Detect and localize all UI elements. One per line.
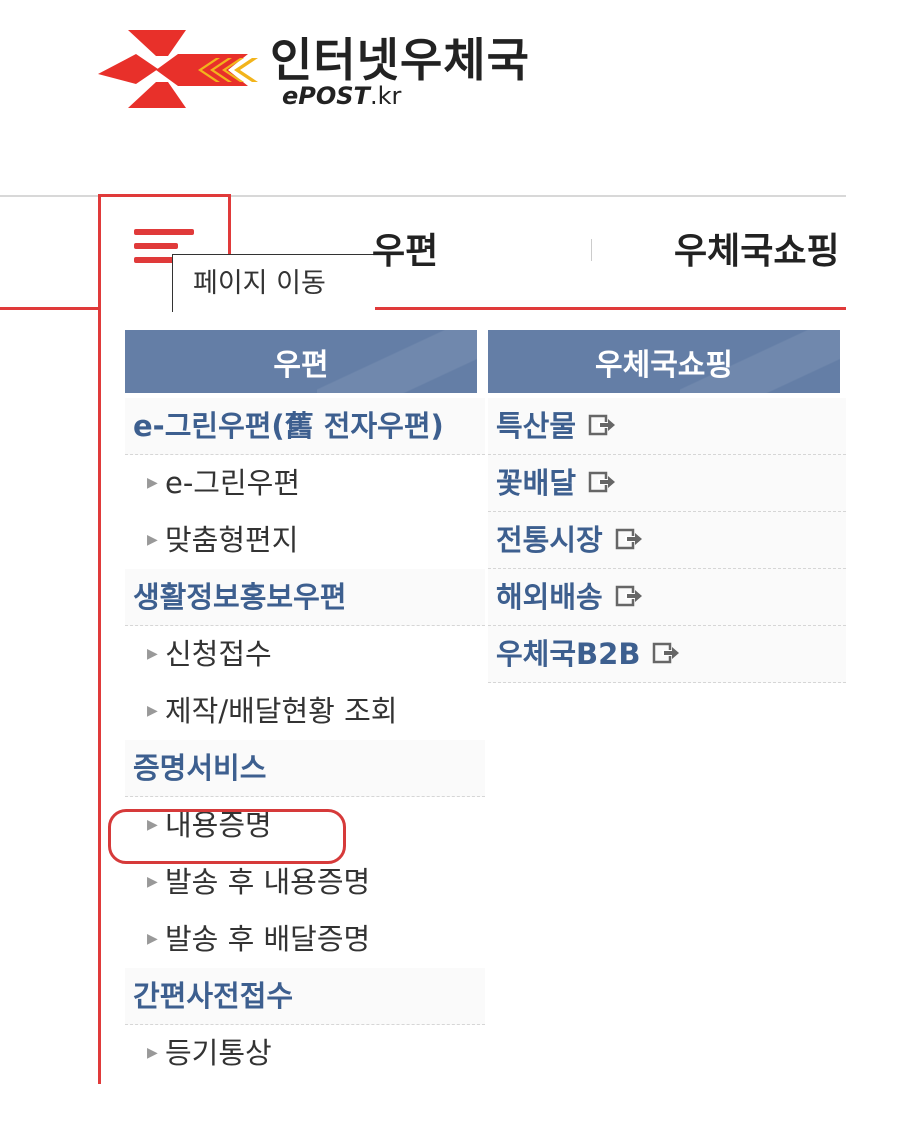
category-certification[interactable]: 증명서비스	[125, 740, 485, 797]
chevron-right-icon: ▶	[147, 931, 158, 947]
menu-item-application[interactable]: ▶ 신청접수	[125, 626, 485, 683]
chevron-right-icon: ▶	[147, 1045, 158, 1061]
shop-item-overseas-shipping[interactable]: 해외배송	[488, 569, 846, 626]
shop-item-traditional-market[interactable]: 전통시장	[488, 512, 846, 569]
menu-item-e-green-mail[interactable]: ▶ e-그린우편	[125, 455, 485, 512]
category-e-green-mail[interactable]: e-그린우편(舊 전자우편)	[125, 398, 485, 455]
menu-item-custom-letter[interactable]: ▶ 맞춤형편지	[125, 512, 485, 569]
chevron-right-icon: ▶	[147, 532, 158, 548]
external-link-icon	[615, 528, 642, 550]
logo-subtitle: ePOST.kr	[282, 82, 402, 110]
external-link-icon	[615, 585, 642, 607]
chevron-right-icon: ▶	[147, 703, 158, 719]
shop-item-specialty[interactable]: 특산물	[488, 398, 846, 455]
external-link-icon	[588, 471, 616, 493]
category-pre-registration[interactable]: 간편사전접수	[125, 968, 485, 1025]
shop-item-b2b[interactable]: 우체국B2B	[488, 626, 846, 683]
chevron-right-icon: ▶	[147, 646, 158, 662]
external-link-icon	[588, 414, 616, 436]
nav-separator	[591, 239, 592, 261]
post-menu-list: e-그린우편(舊 전자우편) ▶ e-그린우편 ▶ 맞춤형편지 생활정보홍보우편 ▶…	[125, 398, 485, 1082]
menu-tooltip: 페이지 이동	[172, 254, 374, 312]
chevron-right-icon: ▶	[147, 475, 158, 491]
shop-column-header: 우체국쇼핑	[488, 330, 840, 393]
shop-menu-list: 특산물 꽃배달 전통시장 해외배송 우체국B2B	[488, 398, 846, 683]
category-life-info-mail[interactable]: 생활정보홍보우편	[125, 569, 485, 626]
highlight-circle	[108, 809, 346, 864]
shop-item-flower-delivery[interactable]: 꽃배달	[488, 455, 846, 512]
logo-title: 인터넷우체국	[270, 33, 530, 87]
menu-panel-border	[98, 306, 101, 1084]
menu-item-registered-mail[interactable]: ▶ 등기통상	[125, 1025, 485, 1082]
nav-tab-post[interactable]: 우편	[372, 222, 438, 274]
menu-item-post-delivery-certification[interactable]: ▶ 발송 후 배달증명	[125, 911, 485, 968]
nav-underline-right	[375, 307, 846, 310]
post-column-header: 우편	[125, 330, 477, 393]
nav-tab-shopping[interactable]: 우체국쇼핑	[674, 222, 840, 274]
menu-item-production-status[interactable]: ▶ 제작/배달현황 조회	[125, 683, 485, 740]
nav-underline-left	[0, 307, 100, 310]
external-link-icon	[653, 642, 680, 664]
